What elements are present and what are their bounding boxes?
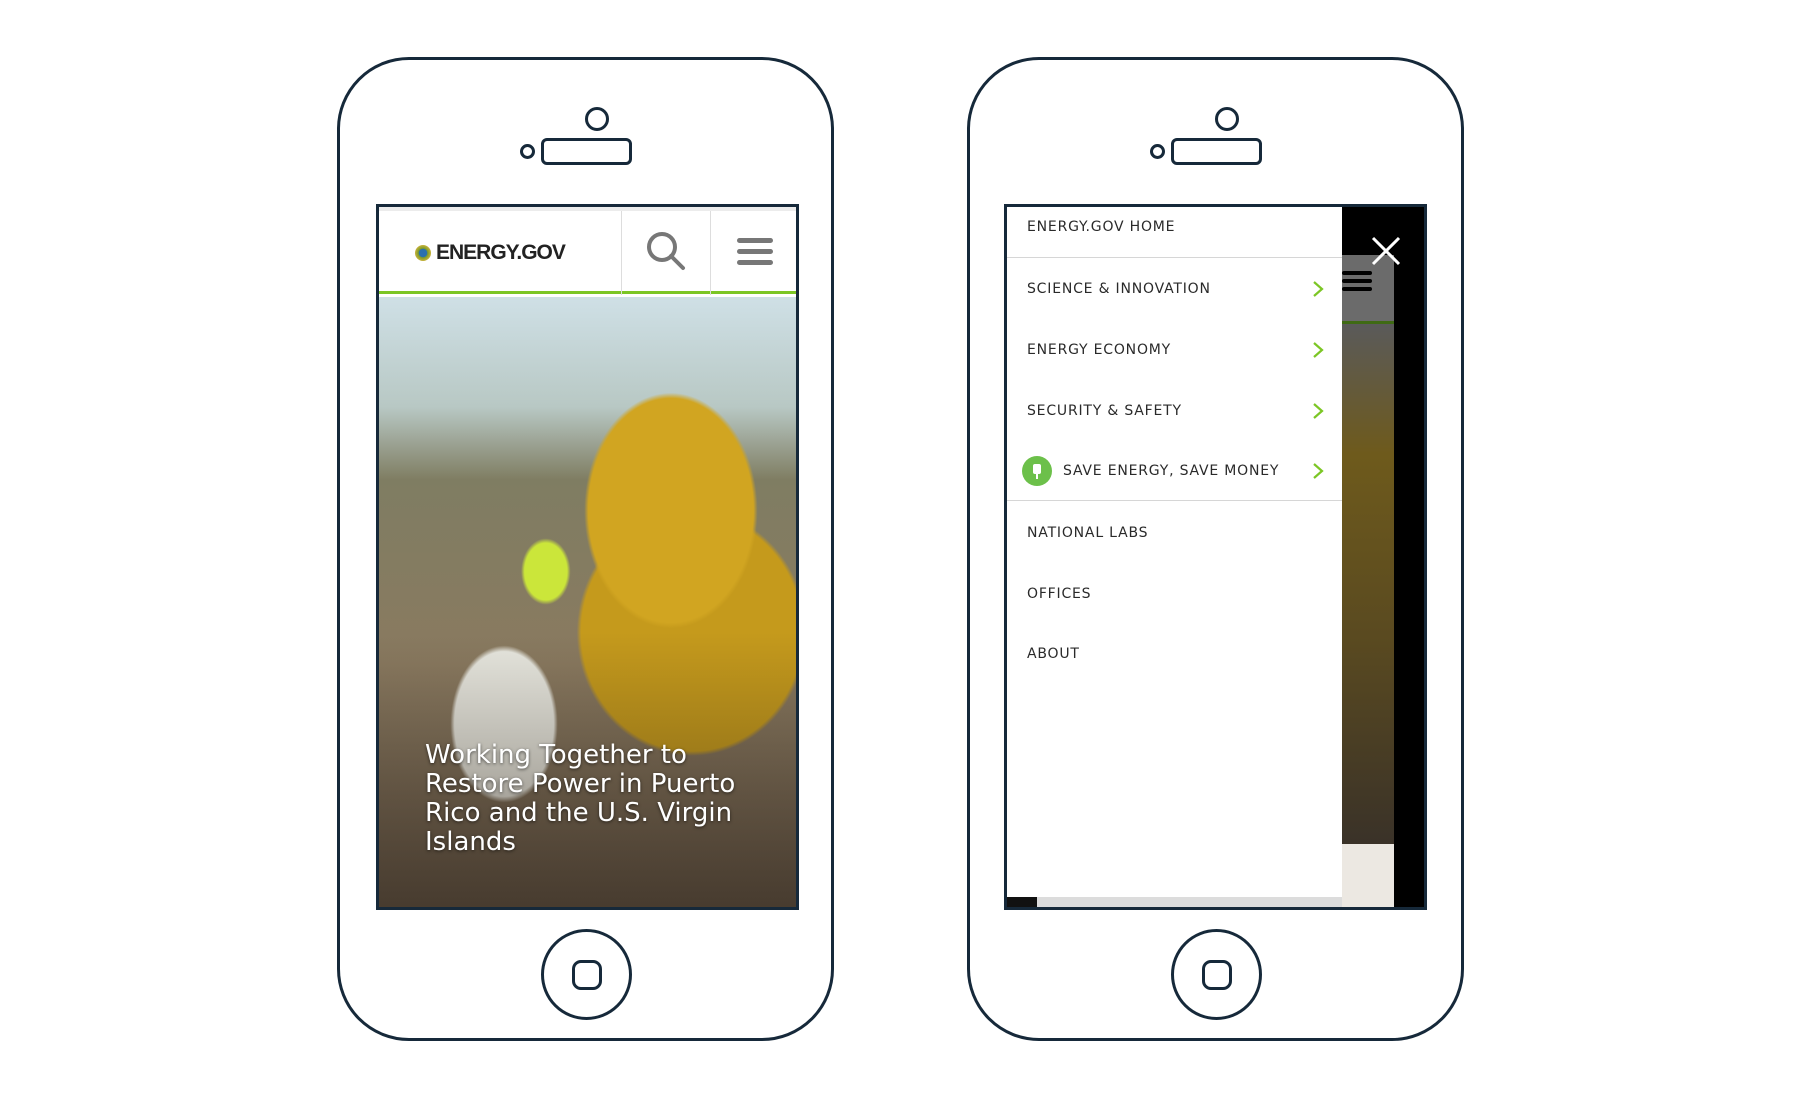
chevron-right-icon <box>1313 281 1324 297</box>
chevron-right-icon <box>1313 403 1324 419</box>
scrollbar-thumb[interactable] <box>1007 897 1037 907</box>
divider <box>1007 257 1342 258</box>
speaker-icon <box>541 138 632 165</box>
close-icon[interactable] <box>1371 236 1401 266</box>
camera-icon <box>1215 107 1239 131</box>
house-plug-icon <box>1022 456 1052 486</box>
camera-icon <box>585 107 609 131</box>
menu-item-energy-gov-home[interactable]: ENERGY.GOV HOME <box>1007 207 1342 247</box>
hero-image[interactable]: Working Together to Restore Power in Pue… <box>379 297 796 907</box>
search-button[interactable] <box>621 211 710 295</box>
menu-item-label: ENERGY ECONOMY <box>1027 342 1172 358</box>
menu-item-about[interactable]: ABOUT <box>1007 634 1342 674</box>
doe-seal-icon <box>415 245 431 261</box>
phone-frame-left: Working Together to Restore Power in Pue… <box>337 57 834 1041</box>
home-button[interactable] <box>541 929 632 1020</box>
menu-item-offices[interactable]: OFFICES <box>1007 574 1342 614</box>
menu-item-label: SAVE ENERGY, SAVE MONEY <box>1063 463 1280 479</box>
phone-screen-left: Working Together to Restore Power in Pue… <box>376 204 799 910</box>
menu-item-label: NATIONAL LABS <box>1027 525 1149 541</box>
home-button[interactable] <box>1171 929 1262 1020</box>
site-logo[interactable]: ENERGY.GOV <box>415 241 566 265</box>
search-icon <box>647 232 685 270</box>
hero-headline[interactable]: Working Together to Restore Power in Pue… <box>425 741 745 857</box>
menu-item-label: ABOUT <box>1027 646 1080 662</box>
menu-item-label: ENERGY.GOV HOME <box>1027 219 1176 235</box>
phone-screen-right: ENERGY.GOV HOME SCIENCE & INNOVATION ENE… <box>1004 204 1427 910</box>
divider <box>1007 500 1342 501</box>
dimmed-photo-bottom <box>1342 844 1394 907</box>
sensor-icon <box>1150 144 1165 159</box>
menu-item-security-safety[interactable]: SECURITY & SAFETY <box>1007 391 1342 431</box>
menu-item-energy-economy[interactable]: ENERGY ECONOMY <box>1007 330 1342 370</box>
hamburger-icon <box>737 238 773 265</box>
logo-text: ENERGY.GOV <box>436 241 566 264</box>
menu-item-science-innovation[interactable]: SCIENCE & INNOVATION <box>1007 269 1342 309</box>
dimmed-photo <box>1342 324 1394 844</box>
menu-item-label: OFFICES <box>1027 586 1092 602</box>
nav-menu: ENERGY.GOV HOME SCIENCE & INNOVATION ENE… <box>1007 207 1342 907</box>
site-header: ENERGY.GOV <box>379 207 796 295</box>
menu-item-save-energy[interactable]: SAVE ENERGY, SAVE MONEY <box>1007 451 1342 491</box>
hamburger-icon <box>1342 271 1372 291</box>
menu-item-national-labs[interactable]: NATIONAL LABS <box>1007 513 1342 553</box>
menu-item-label: SCIENCE & INNOVATION <box>1027 281 1211 297</box>
menu-item-label: SECURITY & SAFETY <box>1027 403 1182 419</box>
sensor-icon <box>520 144 535 159</box>
speaker-icon <box>1171 138 1262 165</box>
menu-button[interactable] <box>710 211 796 295</box>
chevron-right-icon <box>1313 342 1324 358</box>
chevron-right-icon <box>1313 463 1324 479</box>
horizontal-scrollbar[interactable] <box>1007 897 1342 907</box>
phone-frame-right: ENERGY.GOV HOME SCIENCE & INNOVATION ENE… <box>967 57 1464 1041</box>
